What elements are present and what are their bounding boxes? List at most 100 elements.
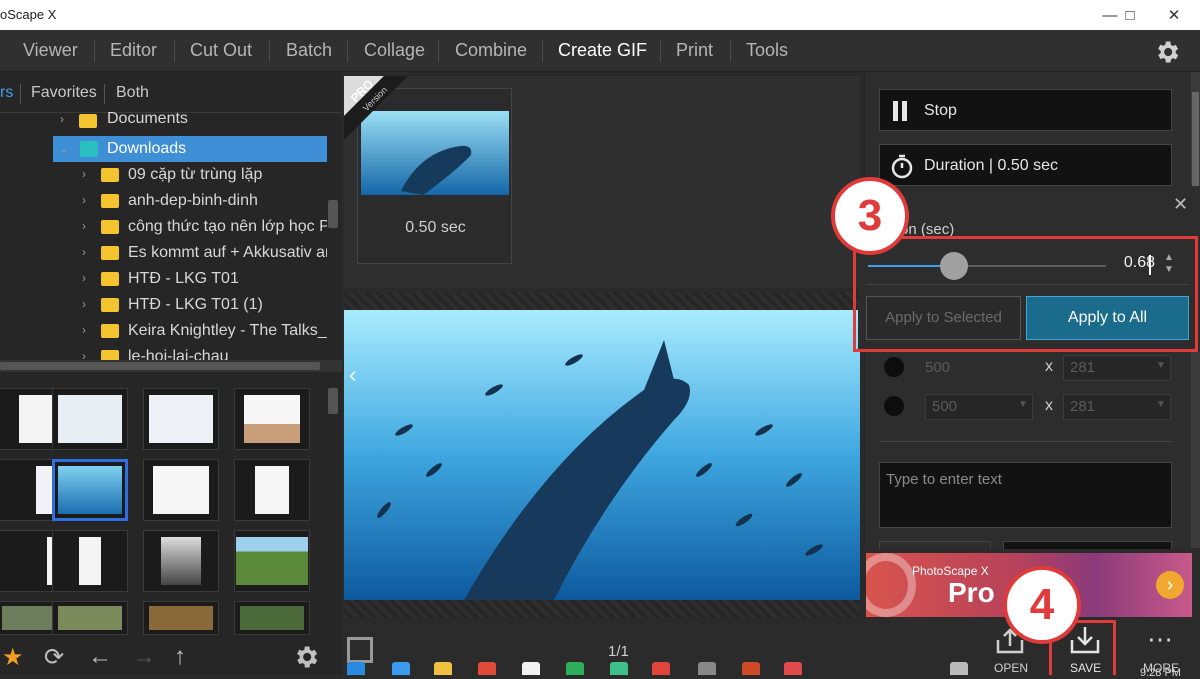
tree-item-label: Es kommt auf + Akkusativ ar <box>128 244 327 261</box>
menu-separator <box>94 40 95 62</box>
menu-viewer[interactable]: Viewer <box>23 40 78 61</box>
tree-item-folder[interactable]: › anh-dep-binh-dinh <box>0 188 327 214</box>
folder-icon <box>101 298 119 312</box>
chevron-down-icon[interactable]: ▼ <box>1156 360 1166 371</box>
image-thumbnail[interactable] <box>234 601 310 635</box>
tree-item-downloads[interactable]: ⌄ Downloads <box>53 136 327 162</box>
width-field[interactable]: 500 <box>925 394 1033 420</box>
width-field[interactable]: 500 <box>918 355 1026 381</box>
times-label: x <box>1045 397 1053 414</box>
image-thumbnail[interactable] <box>143 459 219 521</box>
chevron-right-icon[interactable]: › <box>1156 571 1184 599</box>
text-input[interactable]: Type to enter text <box>879 462 1172 528</box>
file-explorer-icon[interactable] <box>434 662 452 675</box>
settings-gear-icon[interactable] <box>1153 38 1181 66</box>
windows-start-icon[interactable] <box>347 662 365 675</box>
folder-icon <box>101 272 119 286</box>
ad-decoration <box>866 553 916 617</box>
tree-item-folder[interactable]: › Es kommt auf + Akkusativ ar <box>0 240 327 266</box>
chevron-down-icon: ⌄ <box>59 141 70 155</box>
chevron-left-icon[interactable]: ‹ <box>349 362 356 388</box>
tree-item-documents[interactable]: › Documents <box>0 112 327 128</box>
maximize-icon[interactable]: □ <box>1107 0 1153 30</box>
menu-combine[interactable]: Combine <box>455 40 527 61</box>
tree-item-label: Keira Knightley - The Talks_f <box>128 322 327 339</box>
taskbar-app-icon[interactable] <box>950 662 968 675</box>
folder-icon <box>101 168 119 182</box>
height-field[interactable]: 281 <box>1063 394 1171 420</box>
tree-item-folder[interactable]: › HTĐ - LKG T01 <box>0 266 327 292</box>
tree-item-folder[interactable]: › công thức tạo nên lớp học PN <box>0 214 327 240</box>
image-thumbnail[interactable] <box>52 530 128 592</box>
chevron-right-icon: › <box>82 271 86 285</box>
star-icon[interactable]: ★ <box>2 643 24 672</box>
arrow-up-icon[interactable]: ↑ <box>174 643 186 671</box>
taskbar-app-icon[interactable] <box>478 662 496 675</box>
chevron-down-icon[interactable]: ▼ <box>1156 399 1166 410</box>
folder-icon <box>101 220 119 234</box>
taskbar-app-icon[interactable] <box>522 662 540 675</box>
chrome-icon[interactable] <box>652 662 670 675</box>
stop-button[interactable]: Stop <box>879 89 1172 131</box>
image-thumbnail[interactable] <box>143 388 219 450</box>
tree-scrollbar[interactable] <box>328 200 338 228</box>
partial-control <box>1003 541 1172 549</box>
tree-item-label: công thức tạo nên lớp học PN <box>128 218 327 235</box>
tree-item-folder[interactable]: › Keira Knightley - The Talks_f <box>0 318 327 344</box>
image-thumbnail[interactable] <box>234 459 310 521</box>
settings-gear-icon[interactable] <box>292 643 320 671</box>
taskbar-app-icon[interactable] <box>698 662 716 675</box>
tree-item-folder[interactable]: › HTĐ - LKG T01 (1) <box>0 292 327 318</box>
menu-separator <box>269 40 270 62</box>
gif-preview-image <box>344 310 860 600</box>
menu-batch[interactable]: Batch <box>286 40 332 61</box>
taskbar-app-icon[interactable] <box>566 662 584 675</box>
menu-cut-out[interactable]: Cut Out <box>190 40 252 61</box>
image-thumbnail[interactable] <box>52 388 128 450</box>
tab-both[interactable]: Both <box>116 84 149 102</box>
chevron-right-icon: › <box>82 245 86 259</box>
image-thumbnail-selected[interactable] <box>52 459 128 521</box>
close-window-icon[interactable]: ✕ <box>1151 0 1197 30</box>
menu-separator <box>174 40 175 62</box>
menu-tools[interactable]: Tools <box>746 40 788 61</box>
taskbar-app-icon[interactable] <box>610 662 628 675</box>
thumbnail-scrollbar[interactable] <box>328 388 338 414</box>
step-3-callout: 3 <box>831 177 909 255</box>
image-thumbnail[interactable] <box>143 530 219 592</box>
scroll-thumb[interactable] <box>0 362 320 370</box>
frame-select-icon[interactable] <box>347 637 373 663</box>
arrow-left-icon[interactable]: ← <box>88 643 112 671</box>
menu-create-gif[interactable]: Create GIF <box>558 40 647 61</box>
image-thumbnail[interactable] <box>234 388 310 450</box>
menu-editor[interactable]: Editor <box>110 40 157 61</box>
tab-folders[interactable]: rs <box>0 84 13 102</box>
taskbar-app-icon[interactable] <box>392 662 410 675</box>
menu-print[interactable]: Print <box>676 40 713 61</box>
chevron-right-icon: › <box>82 219 86 233</box>
folder-icon <box>101 194 119 208</box>
pause-icon <box>893 101 898 121</box>
arrow-right-icon[interactable]: → <box>132 643 156 671</box>
taskbar-app-icon[interactable] <box>742 662 760 675</box>
tree-item-folder[interactable]: › le-hoi-lai-chau <box>0 344 327 360</box>
taskbar-app-icon[interactable] <box>784 662 802 675</box>
horizontal-scrollbar[interactable] <box>0 360 342 372</box>
height-field[interactable]: 281 <box>1063 355 1171 381</box>
tab-favorites[interactable]: Favorites <box>31 84 97 102</box>
image-thumbnail[interactable] <box>52 601 128 635</box>
image-thumbnail[interactable] <box>234 530 310 592</box>
more-icon[interactable]: ⋯ <box>1147 624 1173 655</box>
chevron-down-icon[interactable]: ▼ <box>1018 399 1028 410</box>
size-radio-custom[interactable] <box>884 396 904 416</box>
close-dialog-icon[interactable]: ✕ <box>1173 194 1188 215</box>
size-radio-original[interactable] <box>884 357 904 377</box>
menu-collage[interactable]: Collage <box>364 40 425 61</box>
open-label[interactable]: OPEN <box>994 661 1028 675</box>
tree-item-folder[interactable]: › 09 cặp từ trùng lặp <box>0 162 327 188</box>
image-thumbnail[interactable] <box>143 601 219 635</box>
ad-big-text: Pro <box>948 577 995 608</box>
tree-item-label: 09 cặp từ trùng lặp <box>128 166 263 183</box>
refresh-icon[interactable]: ⟳ <box>44 643 64 672</box>
duration-button[interactable]: Duration | 0.50 sec <box>879 144 1172 186</box>
